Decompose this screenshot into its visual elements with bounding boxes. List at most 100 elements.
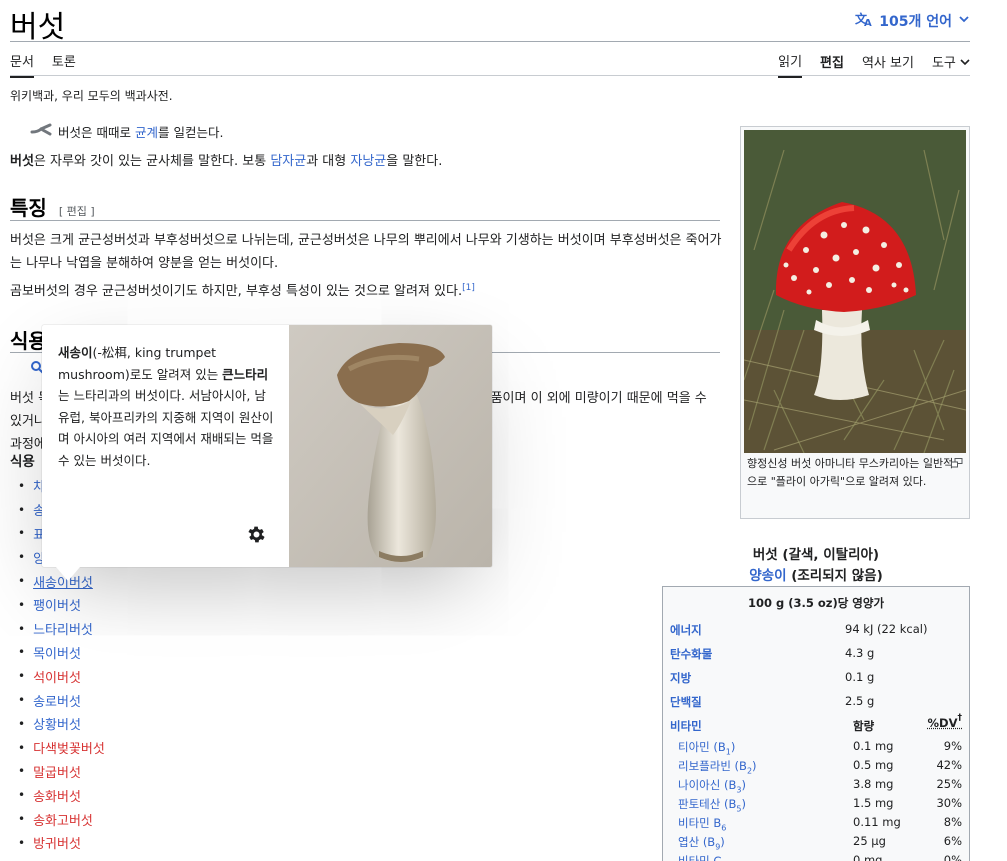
vitamin-amount: 1.5 mg bbox=[853, 796, 893, 810]
list-item: 석이버섯 bbox=[18, 664, 105, 688]
list-item: 말굽버섯 bbox=[18, 760, 105, 784]
nutrient-value: 4.3 g bbox=[845, 646, 874, 660]
hatnote-link[interactable]: 균계 bbox=[135, 125, 158, 140]
tab-talk[interactable]: 토론 bbox=[52, 51, 76, 78]
list-item: 송로버섯 bbox=[18, 688, 105, 712]
intro-text: 을 말한다. bbox=[386, 154, 442, 169]
tab-history[interactable]: 역사 보기 bbox=[862, 52, 914, 77]
vitamin-dv: 6% bbox=[944, 834, 962, 848]
thumbnail-caption: 향정신성 버섯 아마니타 무스카리아는 일반적으로 "플라이 아가릭"으로 알려… bbox=[744, 453, 966, 493]
para-text: 버섯 bbox=[10, 391, 34, 406]
chevron-down-icon bbox=[958, 13, 970, 29]
vitamin-label[interactable]: 비타민 bbox=[670, 718, 702, 734]
food-list-link[interactable]: 방귀버섯 bbox=[33, 833, 81, 852]
food-list-link[interactable]: 송화고버섯 bbox=[33, 810, 93, 829]
food-list-link[interactable]: 석이버섯 bbox=[33, 667, 81, 686]
vitamin-name[interactable]: 리보플라빈 (B2) bbox=[678, 758, 757, 775]
vitamin-name-text: 비타민 C bbox=[678, 854, 721, 861]
popup-bold: 새송이 bbox=[58, 345, 93, 360]
link-agaricus[interactable]: 양송이 bbox=[749, 568, 786, 584]
dv-label[interactable]: %DV† bbox=[928, 716, 962, 730]
popup-text: 는 느타리과의 버섯이다. 서남아시아, 남유럽, 북아프리카의 지중해 지역이… bbox=[58, 388, 273, 468]
vitamin-name[interactable]: 판토테산 (B5) bbox=[678, 796, 746, 813]
link-basidiomycete[interactable]: 담자균 bbox=[270, 154, 306, 169]
section-title: 특징 bbox=[10, 196, 47, 220]
caption-text: 향정신성 버섯 아마니타 무스카리아는 일반적으로 "플라이 아가릭"으로 알려… bbox=[747, 457, 953, 488]
food-list-link[interactable]: 목이버섯 bbox=[33, 643, 81, 662]
section-edit-link[interactable]: [ 편집 ] bbox=[59, 205, 95, 218]
list-item: 느타리버섯 bbox=[18, 617, 105, 641]
vitamin-row: 티아민 (B1) 0.1 mg 9% bbox=[663, 737, 969, 756]
vitamin-amount: 0.5 mg bbox=[853, 758, 893, 772]
vitamin-name-end: ) bbox=[731, 740, 736, 754]
infobox-title-line1: 버섯 (갈색, 이탈리아) bbox=[662, 545, 970, 566]
nutrient-value: 0.1 g bbox=[845, 670, 874, 684]
food-list-link[interactable]: 팽이버섯 bbox=[33, 595, 81, 614]
popup-pointer bbox=[56, 567, 80, 581]
image-thumbnail: 향정신성 버섯 아마니타 무스카리아는 일반적으로 "플라이 아가릭"으로 알려… bbox=[740, 126, 970, 519]
nutrient-name[interactable]: 지방 bbox=[670, 670, 691, 686]
intro-text: 과 대형 bbox=[306, 154, 350, 169]
nutrient-value: 94 kJ (22 kcal) bbox=[845, 622, 927, 636]
settings-gear-icon[interactable] bbox=[248, 526, 265, 543]
nutrient-name[interactable]: 탄수화물 bbox=[670, 646, 712, 662]
section-heading: 특징 [ 편집 ] bbox=[10, 192, 95, 221]
nutrient-value: 2.5 g bbox=[845, 694, 874, 708]
list-item: 팽이버섯 bbox=[18, 593, 105, 617]
tab-read[interactable]: 읽기 bbox=[778, 51, 802, 78]
popup-extract: 새송이(-松栮, king trumpet mushroom)로도 알려져 있는… bbox=[58, 342, 276, 471]
language-count: 105개 언어 bbox=[879, 11, 952, 31]
vitamin-amount: 0.11 mg bbox=[853, 815, 901, 829]
hatnote-text-end: 를 일컫는다. bbox=[158, 125, 223, 140]
intro-paragraph: 버섯은 자루와 갓이 있는 균사체를 말한다. 보통 담자균과 대형 자낭균을 … bbox=[10, 150, 442, 169]
vitamin-name[interactable]: 티아민 (B1) bbox=[678, 739, 735, 756]
disambiguation-icon bbox=[30, 123, 52, 140]
popup-bold: 큰느타리 bbox=[222, 367, 268, 382]
tabs-divider bbox=[10, 75, 970, 76]
food-list-link[interactable]: 다색벚꽃버섯 bbox=[33, 738, 105, 757]
food-list-link[interactable]: 말굽버섯 bbox=[33, 762, 81, 781]
nutrient-row: 지방 0.1 g bbox=[663, 665, 969, 689]
nutrition-infobox: 100 g (3.5 oz)당 영양가 에너지 94 kJ (22 kcal) 탄수… bbox=[662, 586, 970, 861]
vitamin-name[interactable]: 비타민 B6 bbox=[678, 815, 726, 832]
infobox-title-rest: (조리되지 않음) bbox=[787, 568, 883, 584]
food-list-link[interactable]: 송로버섯 bbox=[33, 691, 81, 710]
fly-agaric-image[interactable] bbox=[744, 130, 966, 453]
tab-article[interactable]: 문서 bbox=[10, 51, 34, 78]
nutrient-name[interactable]: 단백질 bbox=[670, 694, 702, 710]
infobox-title: 버섯 (갈색, 이탈리아) 양송이 (조리되지 않음) bbox=[662, 545, 970, 587]
nutrient-row: 단백질 2.5 g bbox=[663, 689, 969, 713]
food-list-link[interactable]: 상황버섯 bbox=[33, 714, 81, 733]
vitamin-name-text: 엽산 (B bbox=[678, 835, 715, 849]
nutrient-row: 에너지 94 kJ (22 kcal) bbox=[663, 617, 969, 641]
nutrient-row: 탄수화물 4.3 g bbox=[663, 641, 969, 665]
reference-link[interactable]: [1] bbox=[462, 283, 475, 293]
vitamin-name-text: 티아민 (B bbox=[678, 740, 726, 754]
food-list-link[interactable]: 송화버섯 bbox=[33, 786, 81, 805]
food-list-link[interactable]: 느타리버섯 bbox=[33, 619, 93, 638]
nutrient-name[interactable]: 에너지 bbox=[670, 622, 702, 638]
tools-label: 도구 bbox=[932, 56, 956, 71]
section-paragraph: 곰보버섯의 경우 균근성버섯이기도 하지만, 부후성 특성이 있는 것으로 알려… bbox=[10, 280, 722, 303]
language-button[interactable]: 文A 105개 언어 bbox=[855, 11, 970, 31]
page-preview-popup[interactable]: 새송이(-松栮, king trumpet mushroom)로도 알려져 있는… bbox=[42, 325, 492, 567]
vitamin-name[interactable]: 엽산 (B9) bbox=[678, 834, 725, 851]
tab-edit[interactable]: 편집 bbox=[820, 52, 844, 77]
list-item: 방귀버섯 bbox=[18, 831, 105, 855]
intro-text: 은 자루와 갓이 있는 균사체를 말한다. 보통 bbox=[34, 154, 270, 169]
link-ascomycete[interactable]: 자낭균 bbox=[350, 154, 386, 169]
king-trumpet-mushroom-image[interactable] bbox=[289, 325, 492, 567]
vitamin-name[interactable]: 비타민 C bbox=[678, 853, 721, 861]
vitamin-name-text: 나이아신 (B bbox=[678, 778, 736, 792]
intro-bold: 버섯 bbox=[10, 154, 34, 169]
vitamin-header-row: 비타민 함량 %DV† bbox=[663, 713, 969, 737]
vitamin-dv: 30% bbox=[936, 796, 962, 810]
list-item: 목이버섯 bbox=[18, 641, 105, 665]
section-paragraph: 버섯은 크게 균근성버섯과 부후성버섯으로 나뉘는데, 균근성버섯은 나무의 뿌… bbox=[10, 229, 722, 275]
vitamin-row: 엽산 (B9) 25 μg 6% bbox=[663, 832, 969, 851]
enlarge-icon[interactable] bbox=[951, 456, 963, 474]
heading-rule bbox=[10, 220, 720, 221]
tools-menu[interactable]: 도구 bbox=[932, 52, 970, 77]
vitamin-dv: 8% bbox=[944, 815, 962, 829]
vitamin-name[interactable]: 나이아신 (B3) bbox=[678, 777, 746, 794]
